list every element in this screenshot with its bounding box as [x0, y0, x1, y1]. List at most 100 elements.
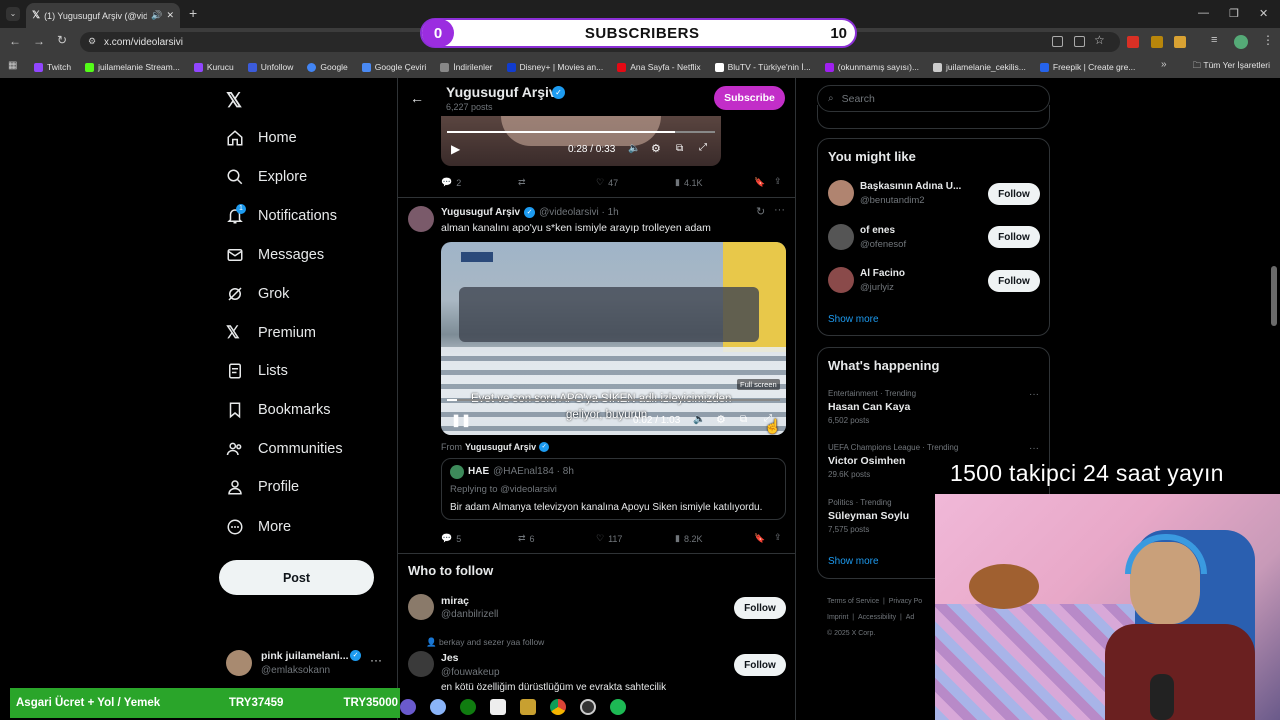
- views-button[interactable]: ▮ 8.2K: [675, 533, 702, 544]
- xbox-icon[interactable]: [460, 699, 476, 715]
- bookmark-button[interactable]: 🔖: [754, 533, 765, 544]
- tab-close-icon[interactable]: ✕: [166, 10, 174, 21]
- settings-icon[interactable]: ⚙: [651, 142, 661, 155]
- minimize-button[interactable]: —: [1198, 7, 1209, 19]
- nav-explore[interactable]: Explore: [226, 168, 307, 186]
- site-info-icon[interactable]: ⚙: [88, 36, 96, 47]
- subscribe-button[interactable]: Subscribe: [714, 86, 785, 110]
- suggestion-name[interactable]: Al Facino: [860, 268, 905, 279]
- forward-icon[interactable]: →: [33, 34, 45, 48]
- back-arrow-icon[interactable]: ←: [410, 90, 424, 106]
- video-player[interactable]: Full screen Evet ve son soru APO'ya SİKE…: [441, 242, 786, 435]
- spotify-icon[interactable]: [610, 699, 626, 715]
- back-icon[interactable]: ←: [9, 34, 21, 48]
- suggestion-name[interactable]: Başkasının Adına U...: [860, 181, 961, 192]
- bookmark-item[interactable]: juilamelanie Stream...: [85, 62, 180, 72]
- account-switcher[interactable]: pink juilamelani... ✓ @emlaksokann ···: [226, 648, 386, 680]
- extension-orange-icon[interactable]: [1174, 36, 1186, 48]
- share-button[interactable]: ⇪: [774, 532, 782, 543]
- x-logo-icon[interactable]: 𝕏: [226, 88, 242, 113]
- nav-more[interactable]: More: [226, 518, 291, 536]
- suggestion-name[interactable]: of enes: [860, 225, 895, 236]
- all-bookmarks-folder[interactable]: 🗀 Tüm Yer İşaretleri: [1193, 60, 1270, 74]
- bookmark-item[interactable]: BluTV - Türkiye'nin İ...: [714, 62, 811, 72]
- avatar[interactable]: [828, 224, 854, 250]
- follow-button[interactable]: Follow: [734, 654, 786, 676]
- tweet-author[interactable]: Yugusuguf Arşiv: [441, 207, 520, 218]
- pause-icon[interactable]: ❚❚: [451, 413, 471, 427]
- reload-icon[interactable]: ↻: [57, 33, 67, 47]
- footer-imprint-link[interactable]: Imprint: [827, 614, 848, 621]
- volume-icon[interactable]: 🔈: [628, 143, 640, 154]
- bookmark-button[interactable]: 🔖: [754, 177, 765, 188]
- trend-item[interactable]: Entertainment · Trending Hasan Can Kaya …: [828, 389, 1041, 431]
- extension-gold-icon[interactable]: [1151, 36, 1163, 48]
- taskbar-app-icon[interactable]: [490, 699, 506, 715]
- follow-button[interactable]: Follow: [988, 270, 1040, 292]
- apps-icon[interactable]: ▦: [8, 60, 17, 71]
- nav-messages[interactable]: Messages: [226, 246, 324, 264]
- taskbar-app-icon[interactable]: [520, 699, 536, 715]
- new-tab-button[interactable]: +: [189, 5, 197, 21]
- chrome-icon[interactable]: [550, 699, 566, 715]
- pip-icon[interactable]: ⧉: [740, 414, 747, 425]
- views-button[interactable]: ▮ 4.1K: [675, 177, 702, 188]
- show-more-link[interactable]: Show more: [828, 314, 879, 325]
- page-scrollbar[interactable]: [1271, 266, 1277, 326]
- star-icon[interactable]: ☆: [1094, 33, 1105, 47]
- like-button[interactable]: ♡ 47: [596, 177, 618, 188]
- footer-privacy-link[interactable]: Privacy Po: [889, 598, 922, 605]
- pip-icon[interactable]: ⧉: [676, 143, 683, 154]
- bookmark-item[interactable]: İndirilenler: [440, 62, 493, 72]
- close-window-button[interactable]: ✕: [1259, 7, 1268, 20]
- browser-tab[interactable]: 𝕏 (1) Yugusuguf Arşiv (@vide... 🔊 ✕: [26, 3, 180, 28]
- tweet-more-icon[interactable]: ···: [774, 204, 785, 216]
- taskbar-app-icon[interactable]: [400, 699, 416, 715]
- suggestion-name[interactable]: miraç: [441, 595, 469, 607]
- trend-more-icon[interactable]: ···: [1029, 389, 1039, 400]
- retweet-button[interactable]: ⇄ 6: [518, 533, 535, 544]
- translate-icon[interactable]: [1052, 36, 1063, 47]
- nav-bookmarks[interactable]: Bookmarks: [226, 401, 331, 419]
- play-icon[interactable]: ▶: [451, 142, 460, 156]
- bookmark-item[interactable]: (okunmamış sayısı)...: [824, 62, 919, 72]
- trend-more-icon[interactable]: ···: [1029, 443, 1039, 454]
- video-progress[interactable]: [447, 131, 715, 133]
- share-button[interactable]: ⇪: [774, 176, 782, 187]
- bookmark-item[interactable]: Twitch: [34, 62, 71, 72]
- post-button[interactable]: Post: [219, 560, 374, 595]
- nav-home[interactable]: Home: [226, 129, 297, 147]
- follow-button[interactable]: Follow: [734, 597, 786, 619]
- from-author[interactable]: Yugusuguf Arşiv: [465, 442, 536, 452]
- avatar[interactable]: [408, 206, 434, 232]
- bookmark-item[interactable]: juilamelanie_cekilis...: [933, 62, 1026, 72]
- avatar[interactable]: [828, 180, 854, 206]
- video-progress[interactable]: [447, 399, 780, 401]
- grok-tweet-icon[interactable]: ↻: [756, 205, 765, 218]
- restore-button[interactable]: ❐: [1229, 7, 1239, 20]
- taskbar-app-icon[interactable]: [430, 699, 446, 715]
- follow-button[interactable]: Follow: [988, 183, 1040, 205]
- media-controls-icon[interactable]: ≡: [1211, 34, 1217, 46]
- suggestion-name[interactable]: Jes: [441, 652, 459, 664]
- fullscreen-icon[interactable]: ⤢: [699, 142, 707, 153]
- settings-icon[interactable]: ⚙: [716, 413, 726, 426]
- nav-lists[interactable]: Lists: [226, 362, 288, 380]
- avatar[interactable]: [408, 651, 434, 677]
- reply-button[interactable]: 💬 5: [441, 533, 461, 544]
- video-player[interactable]: ▶ 0:28 / 0:33 🔈 ⚙ ⧉ ⤢: [441, 116, 721, 166]
- obs-icon[interactable]: [580, 699, 596, 715]
- bookmark-item[interactable]: Unfollow: [247, 62, 293, 72]
- menu-icon[interactable]: ⋮: [1262, 33, 1274, 47]
- bookmarks-overflow-icon[interactable]: »: [1161, 59, 1167, 70]
- quote-tweet[interactable]: HAE @HAEnal184 · 8h Replying to @videola…: [441, 458, 786, 520]
- nav-grok[interactable]: Grok: [226, 285, 289, 303]
- retweet-button[interactable]: ⇄: [518, 177, 526, 188]
- install-icon[interactable]: [1074, 36, 1085, 47]
- nav-profile[interactable]: Profile: [226, 478, 299, 496]
- footer-accessibility-link[interactable]: Accessibility: [858, 614, 896, 621]
- bookmark-item[interactable]: Kurucu: [193, 62, 234, 72]
- follow-button[interactable]: Follow: [988, 226, 1040, 248]
- bookmark-item[interactable]: Freepik | Create gre...: [1039, 62, 1135, 72]
- profile-avatar-icon[interactable]: [1234, 35, 1248, 49]
